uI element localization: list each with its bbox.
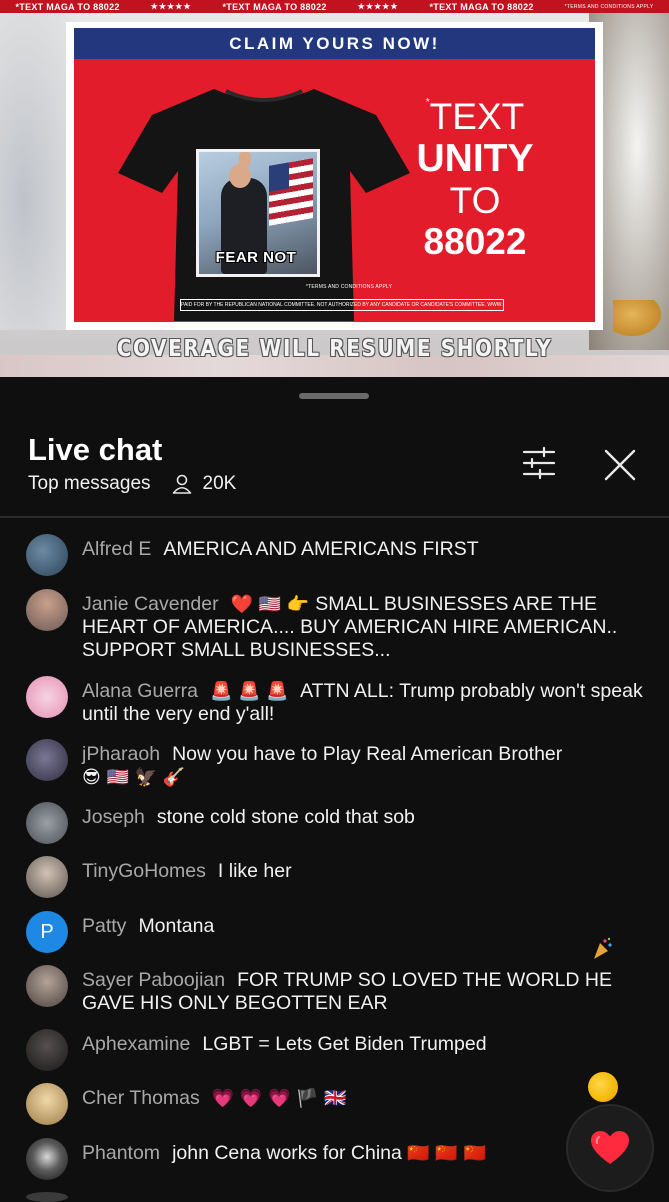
coverage-overlay: COVERAGE WILL RESUME SHORTLY xyxy=(116,334,553,362)
message-body: Cher Thomas 💗 💗 💗 🏴 🇬🇧 xyxy=(82,1087,652,1110)
message-body: Patty Montana xyxy=(82,915,652,938)
avatar[interactable] xyxy=(26,1029,68,1071)
reaction-button[interactable] xyxy=(566,1104,654,1192)
party-popper-icon xyxy=(590,937,614,961)
avatar[interactable] xyxy=(26,534,68,576)
message-text: Montana xyxy=(138,915,215,937)
author-name[interactable]: Alfred E xyxy=(82,538,151,560)
live-chat-panel: Live chat Top messages 20K Alfred E AMER… xyxy=(0,377,669,1202)
ticker-text: *TEXT MAGA TO 88022 xyxy=(222,1,327,12)
video-player[interactable]: *TEXT MAGA TO 88022 ★★★★★ *TEXT MAGA TO … xyxy=(0,0,669,377)
next-message-avatar xyxy=(26,1192,68,1202)
ad-card: CLAIM YOURS NOW! FEAR NOT *TEXT UNITY TO xyxy=(66,22,603,330)
author-name[interactable]: Sayer Paboojian xyxy=(82,969,225,991)
ticker-bar: *TEXT MAGA TO 88022 ★★★★★ *TEXT MAGA TO … xyxy=(0,0,669,13)
ad-panel: CLAIM YOURS NOW! FEAR NOT *TEXT UNITY TO xyxy=(74,28,595,322)
message-body: Aphexamine LGBT = Lets Get Biden Trumped xyxy=(82,1033,652,1056)
author-name[interactable]: Phantom xyxy=(82,1142,160,1164)
flag-graphic xyxy=(269,158,313,226)
message-emoji: 🇨🇳 🇨🇳 🇨🇳 xyxy=(407,1143,486,1164)
author-name[interactable]: Cher Thomas xyxy=(82,1087,200,1109)
message-body: Alana Guerra 🚨 🚨 🚨 ATTN ALL: Trump probab… xyxy=(82,680,652,726)
avatar[interactable] xyxy=(26,589,68,631)
avatar[interactable] xyxy=(26,739,68,781)
message-emoji: 💗 💗 💗 🏴 🇬🇧 xyxy=(211,1088,347,1109)
ad-banner: CLAIM YOURS NOW! xyxy=(74,28,595,59)
ticker-stars: ★★★★★ xyxy=(150,2,192,11)
message-emoji: ❤️ 🇺🇸 👉 xyxy=(230,594,310,615)
ticker-text: *TEXT MAGA TO 88022 xyxy=(429,1,534,12)
ticker-fine-print: *TERMS AND CONDITIONS APPLY xyxy=(564,3,654,10)
author-name[interactable]: Alana Guerra xyxy=(82,680,198,702)
ad-terms: *TERMS AND CONDITIONS APPLY xyxy=(306,284,393,290)
author-name[interactable]: Janie Cavender xyxy=(82,593,219,615)
ad-line-3: TO xyxy=(449,180,501,221)
message-emoji: 🚨 🚨 🚨 xyxy=(209,681,289,702)
message-text: stone cold stone cold that sob xyxy=(156,806,415,828)
shirt-text: FEAR NOT xyxy=(215,249,297,266)
message-body: Joseph stone cold stone cold that sob xyxy=(82,806,652,829)
message-text: john Cena works for China xyxy=(172,1142,402,1164)
ad-call-to-action: *TEXT UNITY TO 88022 xyxy=(390,96,560,262)
message-body: jPharaoh Now you have to Play Real Americ… xyxy=(82,743,652,789)
avatar[interactable]: P xyxy=(26,911,68,953)
message-text: AMERICA AND AMERICANS FIRST xyxy=(163,538,479,560)
author-name[interactable]: Joseph xyxy=(82,806,145,828)
eagle-beak xyxy=(613,300,661,336)
ad-line-2: UNITY xyxy=(416,137,534,180)
author-name[interactable]: Aphexamine xyxy=(82,1033,190,1055)
ad-disclaimer: PAID FOR BY THE REPUBLICAN NATIONAL COMM… xyxy=(180,299,504,311)
heart-icon xyxy=(591,1131,629,1164)
author-name[interactable]: TinyGoHomes xyxy=(82,860,206,882)
author-name[interactable]: jPharaoh xyxy=(82,743,160,765)
avatar[interactable] xyxy=(26,1083,68,1125)
avatar[interactable] xyxy=(26,965,68,1007)
message-text: Now you have to Play Real American Broth… xyxy=(172,743,563,765)
message-body: TinyGoHomes I like her xyxy=(82,860,652,883)
author-name[interactable]: Patty xyxy=(82,915,126,937)
avatar[interactable] xyxy=(26,676,68,718)
avatar[interactable] xyxy=(26,802,68,844)
chat-message-list[interactable]: Alfred E AMERICA AND AMERICANS FIRST Jani… xyxy=(0,377,669,1202)
message-body: Alfred E AMERICA AND AMERICANS FIRST xyxy=(82,538,652,561)
avatar[interactable] xyxy=(26,1138,68,1180)
message-text: I like her xyxy=(217,860,292,882)
avatar[interactable] xyxy=(26,856,68,898)
message-emoji: 😎 🇺🇸 🦅 🎸 xyxy=(82,767,186,788)
message-body: Sayer Paboojian FOR TRUMP SO LOVED THE WO… xyxy=(82,969,652,1015)
person-head xyxy=(229,164,251,188)
ad-line-1: TEXT xyxy=(429,96,525,137)
message-body: Janie Cavender ❤️ 🇺🇸 👉 SMALL BUSINESSES AR… xyxy=(82,593,652,662)
raised-fist xyxy=(239,152,251,166)
ticker-stars: ★★★★★ xyxy=(357,2,399,11)
ad-line-4: 88022 xyxy=(423,221,527,262)
ticker-text: *TEXT MAGA TO 88022 xyxy=(15,1,120,12)
message-text: LGBT = Lets Get Biden Trumped xyxy=(202,1033,487,1055)
emoji-reaction-icon xyxy=(588,1072,618,1102)
